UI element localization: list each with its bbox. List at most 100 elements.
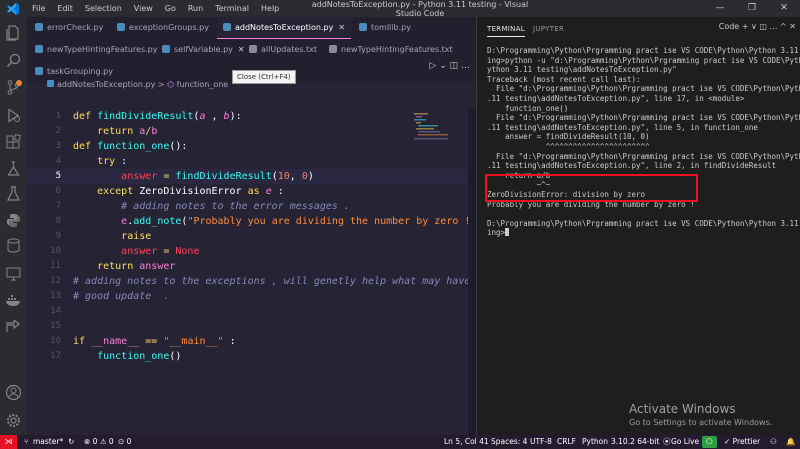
menu-selection[interactable]: Selection [79, 4, 128, 13]
menu-terminal[interactable]: Terminal [209, 4, 255, 13]
menu-help[interactable]: Help [255, 4, 285, 13]
eol-status[interactable]: CRLF [557, 435, 576, 449]
tab-label: exceptionGroups.py [129, 23, 209, 32]
maximize-button[interactable]: ❐ [736, 0, 768, 17]
tab-addnotestoexception[interactable]: addNotesToException.py ✕ [217, 17, 352, 39]
menu-run[interactable]: Run [182, 4, 209, 13]
tab-newtypehintingfeatures-py[interactable]: newTypeHintingFeatures.py [35, 39, 157, 61]
database-icon[interactable] [5, 237, 22, 254]
menu-go[interactable]: Go [159, 4, 182, 13]
run-debug-icon[interactable] [5, 107, 22, 124]
terminal-line: File "d:\Programming\Python\Prgramming p… [487, 113, 800, 123]
terminal-output[interactable]: D:\Programming\Python\Prgramming pract i… [487, 46, 800, 238]
tab-exceptiongroups[interactable]: exceptionGroups.py [117, 17, 209, 39]
terminal-actions[interactable]: Code + ∨ ◫ … ^ ✕ [719, 22, 796, 31]
line-number: 7 [55, 201, 61, 211]
minimize-button[interactable]: — [704, 0, 736, 17]
remote-explorer-icon[interactable] [5, 265, 22, 282]
menu-view[interactable]: View [128, 4, 159, 13]
tab-label: tomllib.py [371, 23, 411, 32]
language-mode[interactable]: Python [582, 435, 608, 449]
watermark-subtitle: Go to Settings to activate Windows. [629, 418, 773, 427]
code-line: 8 e.add_note("Probably you are dividing … [27, 214, 477, 229]
menu-edit[interactable]: Edit [51, 4, 79, 13]
code-line: 2 return a/b [27, 124, 476, 139]
tab-allupdates[interactable]: allUpdates.txt [249, 39, 317, 61]
split-editor-icon[interactable]: ◫ [450, 61, 459, 71]
run-file-icon[interactable]: ▷ [429, 61, 436, 71]
tab-label: taskGrouping.py [47, 67, 113, 76]
ports-status[interactable]: ⊙ 0 [118, 435, 131, 449]
window-controls: — ❐ ✕ [704, 0, 800, 17]
python-interpreter[interactable]: 3.10.2 64-bit [611, 435, 659, 449]
line-number: 4 [55, 156, 61, 166]
code-line: 4 try : [27, 154, 476, 169]
files-icon[interactable] [5, 24, 22, 41]
status-bar: ⋊ ⑂ master* ↻ ⊗ 0 ⚠ 0 ⊙ 0 Ln 5, Col 41 S… [0, 435, 800, 449]
python-file-icon [359, 23, 367, 31]
search-icon[interactable] [5, 52, 22, 69]
breadcrumb-file[interactable]: addNotesToException.py [57, 80, 155, 89]
tab-row-2: newTypeHintingFeatures.py selfVariable.p… [27, 39, 476, 61]
code-line: 14 [27, 304, 476, 319]
testing-icon[interactable] [5, 160, 22, 177]
cursor-position[interactable]: Ln 5, Col 41 [444, 435, 489, 449]
prettier-status[interactable]: ✓ Prettier [724, 435, 760, 449]
encoding-status[interactable]: UTF-8 [530, 435, 552, 449]
terminal-line: ython 3.11 testing\addNotesToException.p… [487, 65, 677, 75]
live-share-badge-icon[interactable]: ⎔ [702, 436, 717, 448]
remote-indicator-icon[interactable]: ⋊ [0, 435, 17, 449]
go-live-button[interactable]: Go Live [671, 435, 699, 449]
close-window-button[interactable]: ✕ [768, 0, 800, 17]
terminal-line: File "d:\Programming\Python\Prgramming p… [487, 84, 800, 94]
terminal-line: Traceback (most recent call last): [487, 74, 641, 84]
code-line-current: 5 answer = findDivideResult(10, 0) [27, 169, 476, 184]
terminal-line: answer = findDivideResult(10, 0) [487, 132, 650, 142]
line-number: 11 [50, 261, 61, 271]
account-icon[interactable] [5, 384, 22, 401]
flask-icon[interactable] [5, 185, 22, 202]
code-line: 16 if __name__ == "__main__" : [27, 334, 476, 349]
python-icon[interactable] [5, 212, 22, 229]
problems-status[interactable]: ⊗ 0 ⚠ 0 [84, 435, 114, 449]
settings-gear-icon[interactable] [5, 412, 22, 429]
account-status-icon[interactable]: ⚇ [770, 435, 777, 449]
editor-scrollbar[interactable] [468, 109, 476, 435]
branch-status[interactable]: master* [33, 435, 63, 449]
activity-bar [0, 17, 27, 435]
terminal-line: .11 testing\addNotesToException.py", lin… [487, 93, 745, 103]
terminal-line: ing>python -u "d:\Programming\Python\Prg… [487, 55, 800, 65]
source-control-icon[interactable] [5, 79, 22, 96]
live-share-icon[interactable] [5, 320, 22, 337]
docker-icon[interactable] [5, 292, 22, 309]
title-bar: File Edit Selection View Go Run Terminal… [0, 0, 800, 18]
extensions-icon[interactable] [5, 134, 22, 151]
tab-selfvariable[interactable]: selfVariable.py ✕ [162, 39, 245, 61]
menu-file[interactable]: File [26, 4, 51, 13]
chevron-down-icon[interactable]: ⌄ [439, 61, 447, 71]
sync-icon[interactable]: ↻ [68, 435, 74, 449]
minimap[interactable] [414, 113, 462, 143]
more-actions-icon[interactable]: … [461, 61, 470, 71]
close-icon[interactable]: ✕ [338, 23, 345, 32]
error-highlight-box [485, 174, 698, 202]
code-editor[interactable]: 1 def findDivideResult(a , b): 2 return a… [27, 109, 476, 435]
line-number: 12 [50, 276, 61, 286]
tab-tomllib[interactable]: tomllib.py [359, 17, 411, 39]
line-number: 8 [55, 216, 61, 226]
indentation-status[interactable]: Spaces: 4 [491, 435, 527, 449]
breadcrumb: addNotesToException.py > ⌬ function_one [47, 80, 228, 89]
tab-errorcheck[interactable]: errorCheck.py [35, 17, 103, 39]
breadcrumb-symbol[interactable]: function_one [177, 80, 229, 89]
tab-newtypehintingfeatures-txt[interactable]: newTypeHintingFeatures.txt [329, 39, 453, 61]
text-file-icon [249, 45, 257, 53]
line-number: 10 [50, 246, 61, 256]
tab-jupyter[interactable]: JUPYTER [533, 25, 564, 33]
close-icon[interactable]: ✕ [238, 45, 245, 54]
line-number: 17 [50, 351, 61, 361]
notifications-bell-icon[interactable]: 🔔 [786, 435, 795, 449]
line-number: 5 [55, 171, 61, 181]
python-file-icon [162, 45, 170, 53]
tab-terminal[interactable]: TERMINAL [487, 25, 525, 37]
terminal-line: .11 testing\addNotesToException.py", lin… [487, 122, 758, 132]
